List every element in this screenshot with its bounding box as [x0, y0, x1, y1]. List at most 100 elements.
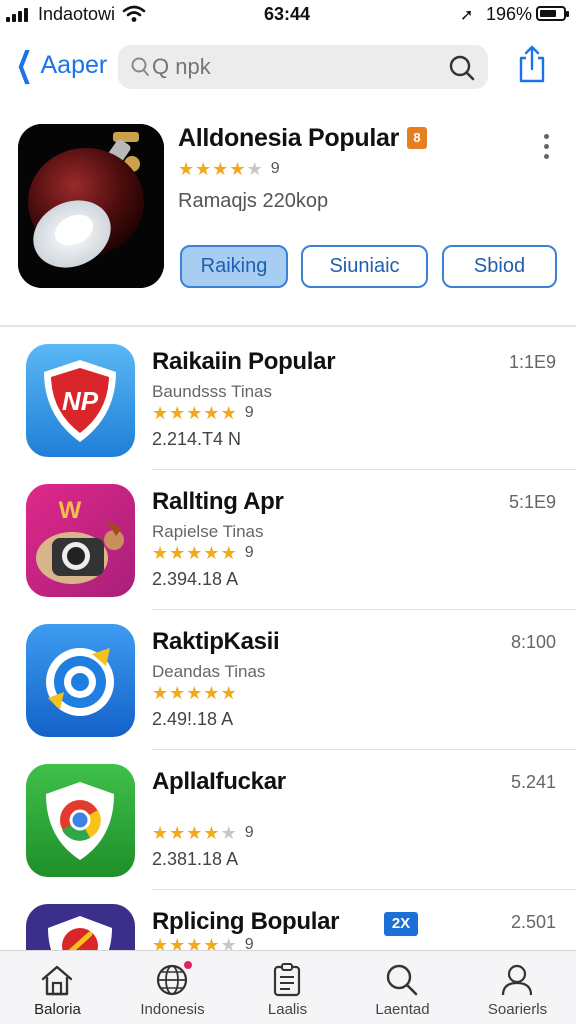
rating-stars: ★ ★ ★ ★ ★ — [178, 160, 263, 178]
app-tag: 2X — [384, 912, 418, 936]
search-icon[interactable] — [448, 54, 476, 82]
rating-stars: ★ ★ ★ ★ ★ — [152, 404, 237, 422]
star-icon: ★ — [203, 543, 220, 563]
app-meta-right: 2.501 — [510, 912, 556, 932]
app-name[interactable]: Raikaiin Popular — [152, 348, 336, 376]
list-item[interactable]: ApllaIfuckar ★ ★ ★ ★ ★ 9 2.381.18 A 5.241 — [0, 750, 576, 890]
rating-count: 9 — [244, 824, 254, 841]
segment-button-2[interactable]: Siuniaic — [301, 245, 428, 288]
tab-label: Laentad — [375, 1001, 430, 1018]
star-icon: ★ — [152, 683, 169, 703]
featured-app-title[interactable]: Alldonesia Popular — [178, 124, 399, 153]
app-rating: ★ ★ ★ ★ ★ 9 — [152, 544, 254, 562]
svg-text:W: W — [59, 497, 82, 524]
app-rating: ★ ★ ★ ★ ★ 9 — [152, 404, 254, 422]
featured-app[interactable]: Alldonesia Popular 8 ★ ★ ★ ★ ★ 9 Ramaqjs 220… — [0, 110, 576, 326]
status-time: 63:44 — [264, 4, 311, 24]
tab-laalis[interactable]: Laalis — [230, 951, 345, 1024]
location-icon: ➚ — [460, 7, 474, 24]
tab-baloria[interactable]: Baloria — [0, 951, 115, 1024]
carrier-name: Indaotowi — [38, 4, 116, 24]
app-name[interactable]: RaktipKasii — [152, 628, 280, 656]
star-icon: ★ — [203, 683, 220, 703]
rating-count: 9 — [244, 544, 254, 561]
battery-percent: 196% — [486, 4, 533, 24]
star-icon: ★ — [152, 543, 169, 563]
rating-stars: ★ ★ ★ ★ ★ — [152, 824, 237, 842]
star-icon: ★ — [169, 543, 186, 563]
app-size: 2.214.T4 N — [152, 429, 242, 449]
star-icon: ★ — [169, 683, 186, 703]
star-icon: ★ — [169, 823, 186, 843]
rating-stars: ★ ★ ★ ★ ★ — [152, 544, 237, 562]
star-icon: ★ — [203, 823, 220, 843]
section-divider — [0, 325, 576, 327]
app-category: Deandas Tinas — [152, 662, 266, 681]
app-rating: ★ ★ ★ ★ ★ — [152, 684, 245, 702]
star-icon: ★ — [220, 823, 237, 843]
star-icon: ★ — [186, 543, 203, 563]
app-meta-right: 1:1E9 — [508, 352, 556, 372]
list-item[interactable]: NP Raikaiin Popular Baundsss Tinas ★ ★ ★ ★ ★… — [0, 330, 576, 470]
star-icon: ★ — [186, 683, 203, 703]
star-icon: ★ — [186, 403, 203, 423]
search-bar[interactable] — [118, 45, 488, 89]
star-icon: ★ — [178, 159, 195, 179]
star-icon: ★ — [246, 159, 263, 179]
shield-app-icon[interactable]: NP — [26, 344, 135, 457]
share-icon[interactable] — [516, 44, 548, 84]
search-icon — [386, 964, 418, 996]
ranking-button[interactable]: Raiking — [180, 245, 288, 288]
lamp-icon — [18, 124, 164, 288]
tab-soarierls[interactable]: Soarierls — [460, 951, 575, 1024]
app-size: 2.381.18 A — [152, 849, 239, 869]
app-category: Rapielse Tinas — [152, 522, 264, 541]
star-icon: ★ — [152, 403, 169, 423]
star-icon: ★ — [220, 403, 237, 423]
browser-shield-app-icon[interactable] — [26, 764, 135, 877]
wifi-icon — [122, 5, 146, 22]
tab-indonesis[interactable]: Indonesis — [115, 951, 230, 1024]
rating-count: 9 — [244, 404, 254, 421]
app-size: 2.394.18 A — [152, 569, 239, 589]
featured-rating: ★ ★ ★ ★ ★ 9 — [178, 160, 280, 178]
tab-label: Indonesis — [140, 1001, 205, 1018]
notification-dot — [184, 961, 192, 969]
app-name[interactable]: Rallting Apr — [152, 488, 284, 516]
star-icon: ★ — [169, 403, 186, 423]
star-icon: ★ — [203, 403, 220, 423]
search-input[interactable] — [152, 53, 432, 81]
camera-app-icon[interactable]: W — [26, 484, 135, 597]
tab-bar: Baloria Indonesis Laalis Laentad Soarier… — [0, 950, 576, 1024]
star-icon: ★ — [152, 823, 169, 843]
list-item[interactable]: W Rallting Apr Rapielse Tinas ★ ★ ★ ★ ★ 9 2.… — [0, 470, 576, 610]
tab-label: Baloria — [34, 1001, 81, 1018]
list-item[interactable]: RaktipKasii Deandas Tinas ★ ★ ★ ★ ★ 2.49!.18… — [0, 610, 576, 750]
search-icon — [131, 57, 149, 76]
rating-count: 9 — [270, 160, 280, 177]
star-icon: ★ — [212, 159, 229, 179]
app-name[interactable]: ApllaIfuckar — [152, 768, 286, 796]
more-options-icon[interactable] — [544, 134, 549, 159]
star-icon: ★ — [220, 543, 237, 563]
target-app-icon[interactable] — [26, 624, 135, 737]
list-icon — [273, 963, 301, 997]
svg-text:NP: NP — [62, 386, 99, 416]
chevron-left-icon: ❮ — [15, 46, 33, 84]
app-name[interactable]: Rplicing Bopular — [152, 908, 340, 936]
segment-button-3[interactable]: Sbiod — [442, 245, 557, 288]
star-icon: ★ — [186, 823, 203, 843]
star-icon: ★ — [229, 159, 246, 179]
back-button[interactable]: ❮ Aaper — [10, 46, 108, 84]
tab-label: Laalis — [267, 1001, 308, 1018]
signal-icon — [6, 8, 28, 22]
rating-stars: ★ ★ ★ ★ ★ — [152, 684, 237, 702]
featured-badge: 8 — [407, 127, 427, 149]
tab-label: Soarierls — [487, 1001, 548, 1018]
app-meta-right: 8:100 — [510, 632, 556, 652]
featured-app-icon[interactable] — [18, 124, 164, 288]
app-size: 2.49!.18 A — [152, 709, 234, 729]
tab-laentad[interactable]: Laentad — [345, 951, 460, 1024]
app-rating: ★ ★ ★ ★ ★ 9 — [152, 824, 254, 842]
star-icon: ★ — [195, 159, 212, 179]
